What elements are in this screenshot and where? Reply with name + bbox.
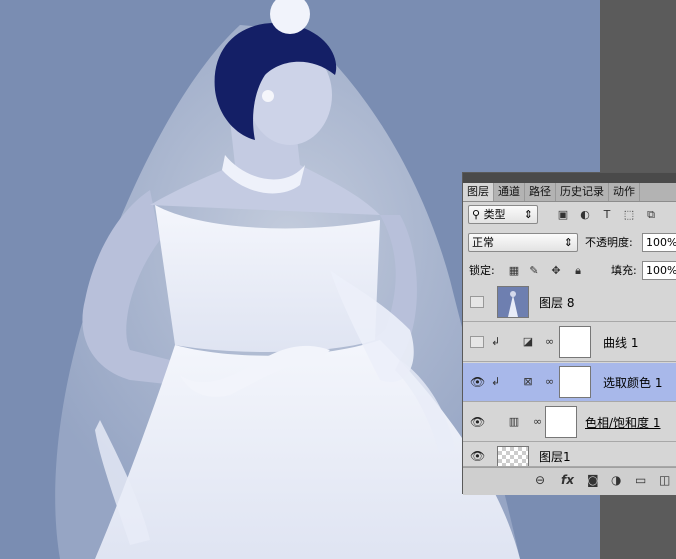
lock-move-icon[interactable]: ✥ (549, 264, 563, 278)
adjustment-filter-icon[interactable]: ◐ (578, 208, 592, 222)
fill-input[interactable]: 100% (642, 261, 676, 280)
lock-label: 锁定: (469, 264, 495, 277)
layer-row[interactable]: 👁︎ 图层1 (463, 443, 676, 467)
adjustment-layer-icon[interactable]: ◑ (611, 473, 621, 487)
eye-icon[interactable]: 👁︎ (470, 450, 485, 462)
layer-mask-thumbnail[interactable] (559, 326, 591, 358)
layer-filter-label: 类型 (483, 208, 506, 221)
lock-transparent-icon[interactable]: ▦ (507, 264, 521, 278)
selective-color-icon: ⊠ (523, 375, 533, 388)
tab-history[interactable]: 历史记录 (556, 183, 609, 201)
tab-layers[interactable]: 图层 (463, 183, 494, 201)
link-chain-icon[interactable]: ∞ (533, 415, 542, 428)
add-mask-icon[interactable]: ◙ (587, 473, 599, 487)
filter-row: ⚲ 类型 ⇕ ▣ ◐ T ⬚ ⧉ (463, 204, 676, 226)
folder-icon[interactable]: ▭ (635, 473, 646, 487)
lock-brush-icon[interactable]: ✎ (527, 264, 541, 278)
fx-icon[interactable]: fx (561, 473, 574, 487)
shape-filter-icon[interactable]: ⬚ (622, 208, 636, 222)
layer-mask-thumbnail[interactable] (559, 366, 591, 398)
eye-icon[interactable]: 👁︎ (470, 416, 485, 428)
new-layer-icon[interactable]: ◫ (659, 473, 670, 487)
layer-filter-select[interactable]: ⚲ 类型 ⇕ (468, 205, 538, 224)
tab-channels[interactable]: 通道 (494, 183, 525, 201)
layer-row[interactable]: 图层 8 (463, 283, 676, 322)
layer-row[interactable]: ↲ ◪ ∞ 曲线 1 (463, 323, 676, 362)
bride-thumbnail-icon (508, 291, 518, 317)
layer-name[interactable]: 曲线 1 (603, 334, 638, 351)
lock-row: 锁定: ▦ ✎ ✥ 🔒︎ 填充: 100% (463, 260, 676, 282)
link-layers-icon[interactable]: ⊖ (535, 473, 545, 487)
opacity-label: 不透明度: (585, 236, 633, 249)
pixel-filter-icon[interactable]: ▣ (556, 208, 570, 222)
layer-mask-thumbnail[interactable] (545, 406, 577, 438)
layer-row-selected[interactable]: 👁︎ ↲ ⊠ ∞ 选取颜色 1 (463, 363, 676, 402)
clipping-arrow-icon: ↲ (491, 335, 501, 348)
clipping-arrow-icon: ↲ (491, 375, 501, 388)
tab-paths[interactable]: 路径 (525, 183, 556, 201)
blend-row: 正常 ⇕ 不透明度: 100% (463, 232, 676, 254)
visibility-toggle[interactable] (470, 296, 484, 308)
layer-name[interactable]: 图层 8 (539, 294, 574, 311)
blend-mode-value: 正常 (472, 236, 494, 249)
layer-thumbnail (497, 446, 529, 466)
panel-tabs: 图层 通道 路径 历史记录 动作 (463, 183, 676, 202)
type-filter-icon[interactable]: T (600, 208, 614, 222)
layer-name[interactable]: 图层1 (539, 448, 571, 465)
chevron-updown-icon: ⇕ (523, 208, 533, 221)
layer-row[interactable]: 👁︎ ▥ ∞ 色相/饱和度 1 (463, 403, 676, 442)
link-chain-icon[interactable]: ∞ (545, 335, 554, 348)
panel-title-bar[interactable] (463, 173, 676, 183)
hue-saturation-icon: ▥ (508, 415, 520, 428)
layers-panel: 图层 通道 路径 历史记录 动作 ⚲ 类型 ⇕ ▣ ◐ T ⬚ ⧉ 正常 ⇕ 不… (462, 172, 676, 495)
visibility-toggle[interactable] (470, 336, 484, 348)
layer-name[interactable]: 选取颜色 1 (603, 374, 662, 391)
search-icon: ⚲ (472, 208, 481, 221)
blend-mode-select[interactable]: 正常 ⇕ (468, 233, 578, 252)
lock-all-icon[interactable]: 🔒︎ (571, 264, 585, 278)
fill-label: 填充: (611, 264, 637, 277)
smart-object-filter-icon[interactable]: ⧉ (644, 208, 658, 222)
panel-footer: ⊖ fx ◙ ◑ ▭ ◫ (463, 467, 676, 495)
tab-actions[interactable]: 动作 (609, 183, 640, 201)
link-chain-icon[interactable]: ∞ (545, 375, 554, 388)
chevron-updown-icon: ⇕ (563, 236, 573, 249)
opacity-input[interactable]: 100% (642, 233, 676, 252)
eye-icon[interactable]: 👁︎ (470, 376, 485, 388)
layer-name[interactable]: 色相/饱和度 1 (585, 414, 661, 431)
curves-icon: ◪ (522, 335, 534, 348)
layer-thumbnail (497, 286, 529, 318)
